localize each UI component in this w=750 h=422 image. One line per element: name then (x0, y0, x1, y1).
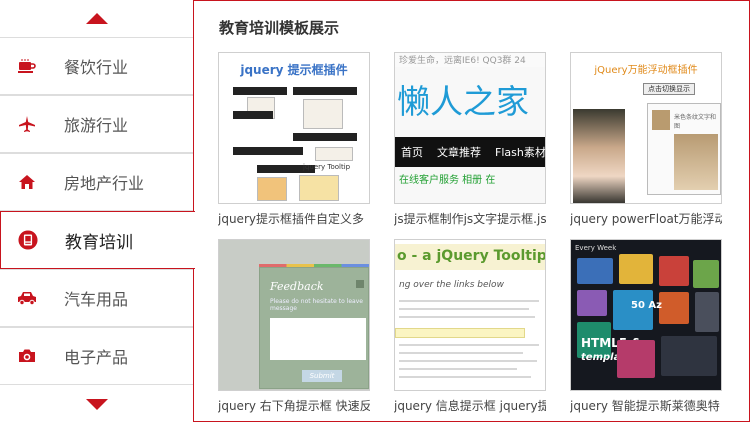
sidebar-item-label: 房地产行业 (64, 174, 145, 193)
category-sidebar: 餐饮行业 旅游行业 房地产行业 教育培训 汽车用品 电子产品 (0, 0, 195, 422)
sidebar-item-label: 餐饮行业 (64, 58, 129, 77)
thumb-float-panel: 米色条纹文字和图 (647, 103, 721, 195)
arrow-up-icon (86, 12, 108, 24)
thumb-nav-bar: 首页 文章推荐 Flash素材 (395, 137, 545, 167)
template-showcase-panel: 教育培训模板展示 jquery 提示框插件 jquery Tooltip jqu… (193, 0, 750, 422)
template-caption[interactable]: jquery 右下角提示框 快速反 (218, 397, 370, 414)
template-thumbnail[interactable]: jQuery万能浮动框插件 点击切换显示 米色条纹文字和图 (570, 52, 722, 204)
template-caption[interactable]: jquery提示框插件自定义多 (218, 210, 370, 227)
template-thumbnail[interactable]: o - a jQuery Tooltip Pl ng over the link… (394, 239, 546, 391)
thumb-brand-text: 懒人之家 (397, 82, 529, 121)
arrow-down-icon (86, 398, 108, 410)
thumb-topline: 珍爱生命，远离IE6! QQ3群 24 (395, 53, 545, 67)
thumb-tooltip-strip (395, 328, 525, 338)
template-thumbnail[interactable]: 珍爱生命，远离IE6! QQ3群 24 懒人之家 首页 文章推荐 Flash素材… (394, 52, 546, 204)
sidebar-item-label: 教育培训 (65, 232, 133, 253)
thumb-header: Every Week (575, 244, 617, 252)
sidebar-item-label: 汽车用品 (64, 290, 129, 309)
thumb-photo (573, 109, 625, 203)
close-icon (356, 280, 364, 288)
sidebar-item-education[interactable]: 教育培训 (0, 211, 195, 269)
template-caption[interactable]: jquery 信息提示框 jquery提 (394, 397, 546, 414)
template-card-1[interactable]: jquery 提示框插件 jquery Tooltip jquery提示框插件自… (218, 52, 370, 227)
thumb-hover-text: ng over the links below (399, 280, 504, 290)
scroll-down-button[interactable] (0, 386, 194, 422)
sidebar-item-electronics[interactable]: 电子产品 (0, 327, 194, 385)
house-icon (17, 172, 37, 192)
page-title: 教育培训模板展示 (219, 19, 340, 37)
template-caption[interactable]: js提示框制作js文字提示框.js (394, 210, 546, 227)
sidebar-item-label: 旅游行业 (64, 116, 129, 135)
sidebar-item-catering[interactable]: 餐饮行业 (0, 37, 194, 95)
template-thumbnail[interactable]: Every Week HTML5 & template 50 Az (570, 239, 722, 391)
thumb-header: jQuery万能浮动框插件 (594, 65, 698, 76)
sidebar-item-label: 电子产品 (64, 348, 129, 367)
thumb-small-label: jquery Tooltip (303, 163, 351, 171)
template-caption[interactable]: jquery 智能提示斯莱德奥特 (570, 397, 722, 414)
book-icon (18, 230, 38, 250)
thumb-header: jquery 提示框插件 (240, 63, 348, 77)
thumb-header: o - a jQuery Tooltip Pl (397, 248, 546, 264)
airplane-icon (17, 114, 37, 134)
template-card-2[interactable]: 珍爱生命，远离IE6! QQ3群 24 懒人之家 首页 文章推荐 Flash素材… (394, 52, 546, 227)
thumb-mini-button: 点击切换显示 (643, 83, 695, 95)
template-card-5[interactable]: o - a jQuery Tooltip Pl ng over the link… (394, 239, 546, 414)
template-card-4[interactable]: Feedback Please do not hesitate to leave… (218, 239, 370, 414)
thumb-sub-links: 在线客户服务 相册 在 (399, 175, 496, 186)
sidebar-item-auto[interactable]: 汽车用品 (0, 269, 194, 327)
camera-icon (17, 346, 37, 366)
scroll-up-button[interactable] (0, 0, 194, 36)
sidebar-item-travel[interactable]: 旅游行业 (0, 95, 194, 153)
template-thumbnail[interactable]: jquery 提示框插件 jquery Tooltip (218, 52, 370, 204)
car-icon (17, 288, 37, 308)
template-thumbnail[interactable]: Feedback Please do not hesitate to leave… (218, 239, 370, 391)
template-caption[interactable]: jquery powerFloat万能浮动 (570, 210, 722, 227)
thumb-feedback-dialog: Feedback Please do not hesitate to leave… (259, 267, 369, 389)
thumb-badge: 50 Az (631, 300, 662, 311)
template-card-6[interactable]: Every Week HTML5 & template 50 Az jquery… (570, 239, 722, 414)
sidebar-item-real-estate[interactable]: 房地产行业 (0, 153, 194, 211)
template-card-3[interactable]: jQuery万能浮动框插件 点击切换显示 米色条纹文字和图 jquery pow… (570, 52, 722, 227)
coffee-cup-icon (17, 56, 37, 76)
